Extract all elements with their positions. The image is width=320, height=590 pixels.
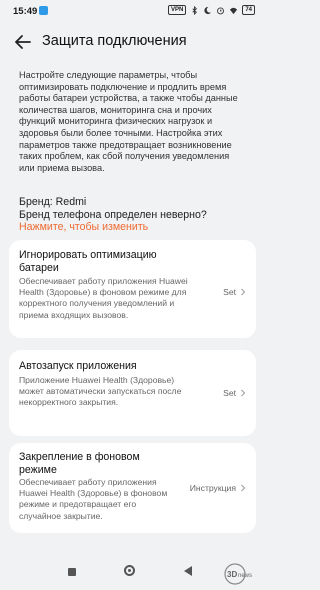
card-description: Обеспечивает работу приложения Huawei He… (19, 477, 168, 521)
status-icons: VPN 74 (167, 5, 255, 15)
wifi-icon (230, 7, 238, 14)
card-title: Закрепление в фоновом режиме (19, 451, 140, 476)
chevron-right-icon (241, 389, 246, 397)
set-button-label: Set (223, 287, 236, 297)
instruction-button-label: Инструкция (189, 483, 236, 493)
chevron-right-icon (241, 484, 246, 492)
bluetooth-icon (192, 5, 198, 15)
chevron-right-icon (241, 288, 246, 296)
card-background-lock[interactable]: Закрепление в фоновом режиме Обеспечивае… (9, 443, 256, 533)
watermark-logo: 3D news (224, 563, 252, 585)
card-autostart[interactable]: Автозапуск приложения Приложение Huawei … (9, 350, 256, 436)
alarm-icon (217, 7, 225, 14)
moon-icon (204, 6, 212, 14)
card-action[interactable]: Инструкция (190, 483, 246, 493)
app-header: Защита подключения (0, 24, 265, 60)
card-battery-optimization[interactable]: Игнорировать оптимизацию батареи Обеспеч… (9, 240, 256, 338)
svg-text:3D: 3D (227, 570, 237, 579)
set-button-label: Set (223, 388, 236, 398)
card-description: Приложение Huawei Health (Здоровье) може… (19, 375, 182, 408)
back-triangle-icon[interactable] (184, 566, 192, 576)
status-bar: 15:49 VPN 74 (0, 0, 265, 24)
vpn-badge: VPN (167, 5, 187, 15)
svg-text:news: news (238, 573, 252, 579)
arrow-left-icon[interactable] (12, 31, 34, 53)
battery-indicator: 74 (242, 5, 255, 15)
home-icon[interactable] (124, 565, 135, 576)
card-action[interactable]: Set (223, 287, 246, 297)
card-title: Игнорировать оптимизацию батареи (19, 249, 157, 274)
page-title: Защита подключения (42, 33, 187, 49)
app-notification-icon (39, 6, 48, 15)
status-time: 15:49 (13, 6, 38, 17)
intro-description: Настройте следующие параметры, чтобы опт… (19, 70, 238, 173)
brand-label: Бренд: Redmi (19, 196, 87, 208)
change-brand-link[interactable]: Нажмите, чтобы изменить (19, 221, 148, 233)
card-action[interactable]: Set (223, 388, 246, 398)
brand-question: Бренд телефона определен неверно? (19, 209, 207, 221)
recents-icon[interactable] (68, 568, 76, 576)
card-description: Обеспечивает работу приложения Huawei He… (19, 276, 188, 320)
system-nav-bar: 3D news (0, 558, 265, 590)
card-title: Автозапуск приложения (19, 360, 137, 372)
